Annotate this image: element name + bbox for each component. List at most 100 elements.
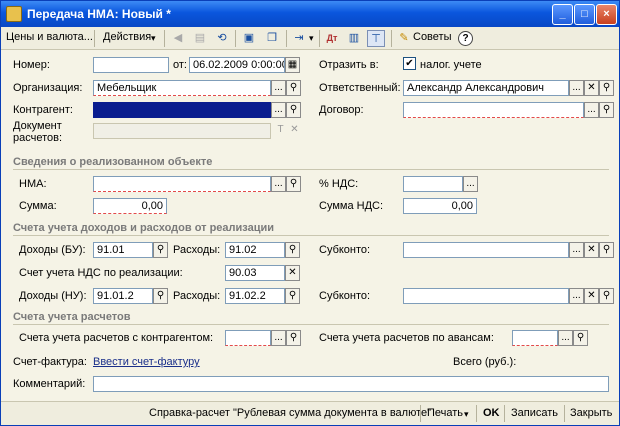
nma-field[interactable] xyxy=(93,176,271,192)
hierarchy-icon[interactable]: ⊤ xyxy=(367,30,385,47)
search-icon[interactable]: ⚲ xyxy=(599,80,614,96)
advice-button[interactable]: Советы xyxy=(413,31,451,43)
advance-account-field[interactable] xyxy=(512,330,558,346)
rub-sum-report-button[interactable]: Справка-расчет "Рублевая сумма документа… xyxy=(149,407,431,419)
vat-account-field[interactable]: 90.03 xyxy=(225,265,285,281)
search-icon[interactable]: ⚲ xyxy=(285,242,300,258)
subconto-select-button-2[interactable]: ... xyxy=(569,288,584,304)
contractor-account-select-button[interactable]: ... xyxy=(271,330,286,346)
responsible-field[interactable]: Александр Александрович xyxy=(403,80,569,96)
actions-dropdown-icon[interactable]: ▾ xyxy=(151,33,156,44)
toolbar-separator xyxy=(420,405,421,422)
search-icon[interactable]: ⚲ xyxy=(286,80,301,96)
minimize-button[interactable]: _ xyxy=(552,4,573,25)
back-arrow-icon: ◀ xyxy=(173,32,183,44)
nma-select-button[interactable]: ... xyxy=(271,176,286,192)
subconto-field-2[interactable] xyxy=(403,288,569,304)
window-title: Передача НМА: Новый * xyxy=(27,7,171,21)
calendar-icon[interactable]: ▦ xyxy=(285,57,300,73)
expense-nu-label: Расходы: xyxy=(173,290,221,302)
clear-icon[interactable]: ✕ xyxy=(584,288,599,304)
close-button[interactable]: Закрыть xyxy=(570,407,612,419)
vat-rate-label: % НДС: xyxy=(319,178,359,190)
print-menu[interactable]: Печать xyxy=(427,407,463,419)
enter-invoice-link[interactable]: Ввести счет-фактуру xyxy=(93,356,200,368)
text-icon: T xyxy=(277,124,284,135)
ok-button[interactable]: OK xyxy=(483,407,500,419)
clear-icon[interactable]: ✕ xyxy=(584,242,599,258)
vat-rate-field[interactable] xyxy=(403,176,463,192)
clear-icon[interactable]: ✕ xyxy=(584,80,599,96)
total-label: Всего (руб.): xyxy=(453,356,517,368)
date-field[interactable]: 06.02.2009 0:00:00 xyxy=(189,57,285,73)
invoice-label: Счет-фактура: xyxy=(13,356,87,368)
subconto-select-button[interactable]: ... xyxy=(569,242,584,258)
organization-select-button[interactable]: ... xyxy=(271,80,286,96)
based-on-dropdown-icon[interactable]: ▾ xyxy=(309,33,314,44)
search-icon[interactable]: ⚲ xyxy=(286,330,301,346)
save-button[interactable]: Записать xyxy=(511,407,558,419)
nma-label: НМА: xyxy=(19,178,47,190)
expense-bu-label: Расходы: xyxy=(173,244,221,256)
title-bar[interactable]: Передача НМА: Новый * _ □ × xyxy=(1,1,619,27)
print-dropdown-icon[interactable]: ▾ xyxy=(464,409,469,420)
dt-kt-icon[interactable]: Дт xyxy=(323,30,341,47)
vat-sum-label: Сумма НДС: xyxy=(319,200,384,212)
subconto-label: Субконто: xyxy=(319,244,371,256)
search-icon[interactable]: ⚲ xyxy=(286,102,301,118)
advance-account-select-button[interactable]: ... xyxy=(558,330,573,346)
search-icon[interactable]: ⚲ xyxy=(153,242,168,258)
document-window: Передача НМА: Новый * _ □ × Цены и валют… xyxy=(0,0,620,426)
vat-rate-select-button[interactable]: ... xyxy=(463,176,478,192)
reflect-label: Отразить в: xyxy=(319,59,379,71)
vat-sum-field[interactable]: 0,00 xyxy=(403,198,477,214)
prices-currency-button[interactable]: Цены и валюта... xyxy=(6,31,93,43)
income-nu-field[interactable]: 91.01.2 xyxy=(93,288,153,304)
clear-icon[interactable]: ✕ xyxy=(285,265,300,281)
search-icon[interactable]: ⚲ xyxy=(599,102,614,118)
section-income-expense: Счета учета доходов и расходов от реализ… xyxy=(13,222,275,234)
comment-label: Комментарий: xyxy=(13,378,86,390)
tax-accounting-checkbox[interactable]: ✔ xyxy=(403,57,416,70)
toolbar-separator xyxy=(235,30,236,47)
divider xyxy=(13,324,609,325)
search-icon[interactable]: ⚲ xyxy=(286,176,301,192)
report-icon[interactable]: ▥ xyxy=(345,30,363,47)
comment-field[interactable] xyxy=(93,376,609,392)
search-icon[interactable]: ⚲ xyxy=(573,330,588,346)
expense-bu-field[interactable]: 91.02 xyxy=(225,242,285,258)
app-icon xyxy=(6,6,22,22)
copy-document-icon[interactable]: ❐ xyxy=(263,30,281,47)
contract-field[interactable] xyxy=(403,102,584,118)
contractor-field[interactable] xyxy=(93,102,271,118)
search-icon[interactable]: ⚲ xyxy=(599,288,614,304)
close-window-button[interactable]: × xyxy=(596,4,617,25)
sum-field[interactable]: 0,00 xyxy=(93,198,167,214)
toolbar-separator xyxy=(504,405,505,422)
advance-account-label: Счета учета расчетов по авансам: xyxy=(319,332,494,344)
search-icon[interactable]: ⚲ xyxy=(599,242,614,258)
search-icon[interactable]: ⚲ xyxy=(153,288,168,304)
income-bu-field[interactable]: 91.01 xyxy=(93,242,153,258)
actions-menu[interactable]: Действия xyxy=(103,31,151,43)
vat-account-label: Счет учета НДС по реализации: xyxy=(19,267,183,279)
maximize-button[interactable]: □ xyxy=(574,4,595,25)
based-on-icon[interactable]: ⇥ xyxy=(290,30,308,47)
expense-nu-field[interactable]: 91.02.2 xyxy=(225,288,285,304)
search-icon[interactable]: ⚲ xyxy=(285,288,300,304)
subconto-field[interactable] xyxy=(403,242,569,258)
contractor-label: Контрагент: xyxy=(13,104,73,116)
contractor-account-field[interactable] xyxy=(225,330,271,346)
refresh-icon[interactable]: ⟲ xyxy=(213,30,231,47)
contract-select-button[interactable]: ... xyxy=(584,102,599,118)
structure-icon: ▤ xyxy=(194,32,206,44)
income-bu-label: Доходы (БУ): xyxy=(19,244,86,256)
help-icon[interactable]: ? xyxy=(458,31,473,46)
settlement-doc-field[interactable] xyxy=(93,123,271,139)
organization-field[interactable]: Мебельщик xyxy=(93,80,271,96)
post-document-icon[interactable]: ▣ xyxy=(240,30,258,47)
section-sold-object: Сведения о реализованном объекте xyxy=(13,156,213,168)
contractor-select-button[interactable]: ... xyxy=(271,102,286,118)
number-field[interactable] xyxy=(93,57,169,73)
responsible-select-button[interactable]: ... xyxy=(569,80,584,96)
